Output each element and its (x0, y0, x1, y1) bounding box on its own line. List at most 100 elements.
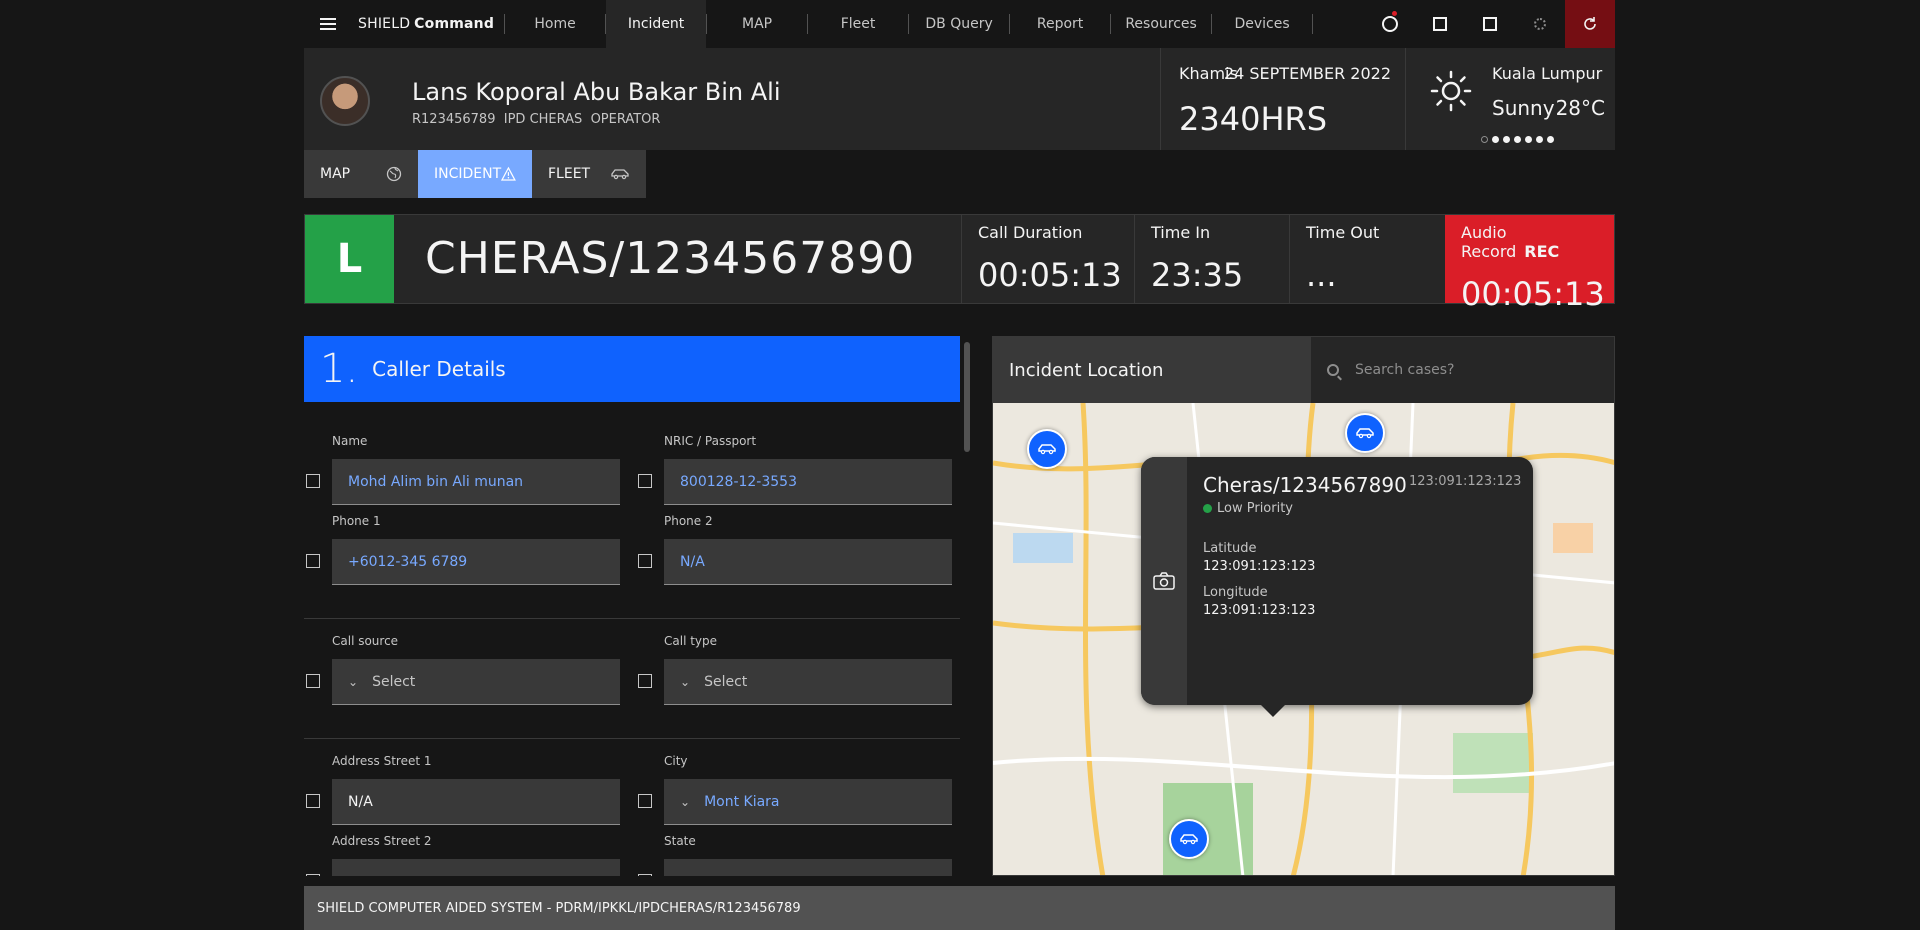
address2-field[interactable] (332, 859, 620, 876)
phone1-label: Phone 1 (332, 514, 381, 528)
tab-map-label: MAP (320, 166, 351, 182)
car-icon (1180, 834, 1198, 845)
weather-temperature: 28°C (1555, 96, 1605, 120)
popup-camera-button[interactable] (1141, 457, 1187, 705)
tab-incident[interactable]: INCIDENT (418, 150, 532, 198)
nav-item-map[interactable]: MAP (707, 0, 807, 48)
phone2-field[interactable]: N/A (664, 539, 952, 585)
incident-map-panel: Cheras/1234567890 123:091:123:123 Low Pr… (992, 336, 1615, 876)
longitude-value: 123:091:123:123 (1203, 603, 1316, 618)
call-duration-value: 00:05:13 (978, 256, 1122, 294)
globe-icon (386, 166, 402, 182)
address1-field[interactable]: N/A (332, 779, 620, 825)
nav-item-report[interactable]: Report (1010, 0, 1110, 48)
call-source-select[interactable]: ⌄ Select (332, 659, 620, 705)
nric-checkbox[interactable] (638, 474, 652, 488)
weather-condition: Sunny (1492, 96, 1555, 120)
section-number: 1. (320, 346, 359, 392)
nav-item-devices[interactable]: Devices (1212, 0, 1312, 48)
brand-bold: Command (414, 16, 495, 32)
tab-incident-label: INCIDENT (434, 166, 502, 182)
call-type-checkbox[interactable] (638, 674, 652, 688)
time-in-stat: Time In 23:35 (1134, 215, 1289, 303)
menu-button[interactable] (304, 0, 352, 48)
popup-code: 123:091:123:123 (1409, 474, 1522, 489)
city-select[interactable]: ⌄ Mont Kiara (664, 779, 952, 825)
weather-panel: Kuala Lumpur Sunny 28°C (1405, 48, 1615, 150)
audio-record-stat[interactable]: Audio Record REC 00:05:13 (1445, 215, 1614, 313)
map-title: Incident Location (993, 337, 1311, 403)
notification-badge (1391, 10, 1398, 17)
car-icon (1356, 428, 1374, 439)
call-source-checkbox[interactable] (306, 674, 320, 688)
phone1-checkbox[interactable] (306, 554, 320, 568)
tab-map[interactable]: MAP (304, 150, 418, 198)
avatar[interactable] (320, 76, 370, 126)
form-scrollbar[interactable] (964, 342, 970, 452)
priority-dot-icon (1203, 504, 1212, 513)
notification-button[interactable] (1365, 0, 1415, 48)
camera-icon (1153, 572, 1175, 590)
address1-checkbox[interactable] (306, 794, 320, 808)
phone1-field[interactable]: +6012-345 6789 (332, 539, 620, 585)
tab-fleet[interactable]: FLEET (532, 150, 646, 198)
carousel-dots[interactable] (1481, 136, 1554, 143)
nav-item-incident[interactable]: Incident (606, 0, 707, 48)
city-checkbox[interactable] (638, 794, 652, 808)
phone2-checkbox[interactable] (638, 554, 652, 568)
address2-checkbox[interactable] (306, 874, 320, 876)
popup-title: Cheras/1234567890 (1203, 473, 1407, 497)
car-marker[interactable] (1169, 819, 1209, 859)
name-field[interactable]: Mohd Alim bin Ali munan (332, 459, 620, 505)
state-select[interactable] (664, 859, 952, 876)
case-id: CHERAS/1234567890 (425, 233, 916, 284)
case-bar: L CHERAS/1234567890 Call Duration 00:05:… (304, 214, 1615, 313)
call-source-label: Call source (332, 634, 399, 648)
brand-main: SHIELD (358, 16, 411, 32)
nav-item-fleet[interactable]: Fleet (808, 0, 908, 48)
chevron-down-icon: ⌄ (348, 674, 359, 689)
call-type-select[interactable]: ⌄ Select (664, 659, 952, 705)
footer: SHIELD COMPUTER AIDED SYSTEM - PDRM/IPKK… (304, 886, 1615, 930)
name-checkbox[interactable] (306, 474, 320, 488)
form-divider (304, 738, 960, 739)
refresh-icon (1584, 17, 1596, 30)
weather-city: Kuala Lumpur (1492, 64, 1603, 83)
nav-item-resources[interactable]: Resources (1111, 0, 1211, 48)
nav-item-home[interactable]: Home (505, 0, 605, 48)
sun-icon (1430, 70, 1472, 112)
square-button-2[interactable] (1465, 0, 1515, 48)
square-icon (1483, 17, 1497, 31)
time-out-value: ... (1306, 256, 1337, 294)
rec-tag: REC (1524, 242, 1560, 261)
case-search[interactable]: Search cases? (1311, 337, 1614, 403)
audio-record-label: Audio Record (1461, 223, 1517, 261)
call-source-value: Select (372, 673, 416, 690)
search-placeholder: Search cases? (1355, 362, 1455, 378)
form-divider (304, 618, 960, 619)
tab-fleet-label: FLEET (548, 166, 591, 182)
car-marker[interactable] (1345, 413, 1385, 453)
car-marker[interactable] (1027, 429, 1067, 469)
settings-button[interactable] (1515, 0, 1565, 48)
nav-divider (1312, 14, 1314, 34)
map-canvas[interactable]: Cheras/1234567890 123:091:123:123 Low Pr… (993, 402, 1614, 875)
user-unit: IPD CHERAS (503, 112, 583, 127)
case-level-badge: L (305, 215, 394, 303)
brand: SHIELD Command (358, 16, 494, 32)
latitude-value: 123:091:123:123 (1203, 559, 1316, 574)
chevron-down-icon: ⌄ (680, 674, 691, 689)
square-button-1[interactable] (1415, 0, 1465, 48)
state-checkbox[interactable] (638, 874, 652, 876)
nav-item-db-query[interactable]: DB Query (909, 0, 1009, 48)
section-header: 1. Caller Details (304, 336, 960, 402)
nric-field[interactable]: 800128-12-3553 (664, 459, 952, 505)
map-header: Incident Location Search cases? (993, 337, 1614, 403)
user-name: Lans Koporal Abu Bakar Bin Ali (412, 78, 781, 106)
popup-priority-label: Low Priority (1217, 501, 1294, 516)
refresh-button[interactable] (1565, 0, 1615, 48)
user-subtitle: R123456789 IPD CHERAS OPERATOR (412, 112, 660, 127)
car-icon (1038, 444, 1056, 455)
caller-details-form: 1. Caller Details Name Mohd Alim bin Ali… (304, 336, 960, 876)
time-in-label: Time In (1151, 223, 1211, 242)
